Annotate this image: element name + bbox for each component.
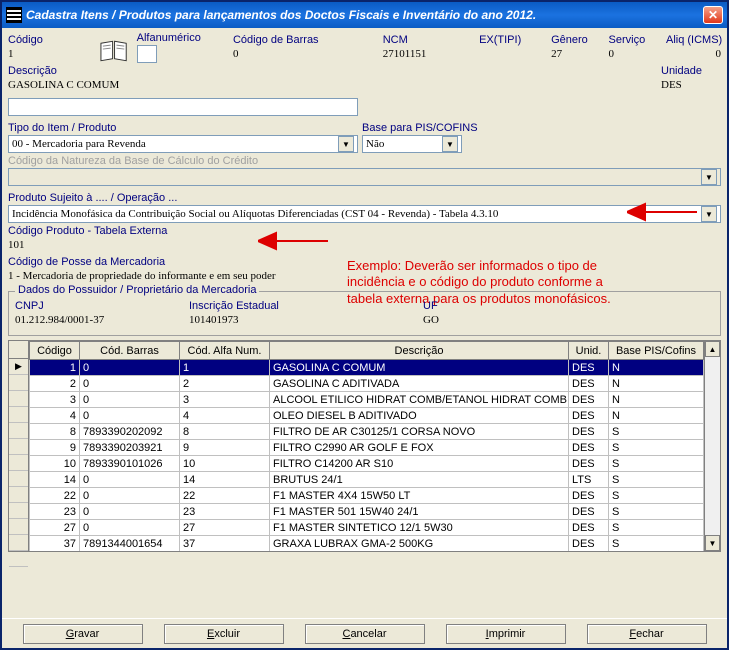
table-row[interactable]: 23023F1 MASTER 501 15W40 24/1DESS bbox=[30, 504, 704, 520]
genero-value: 27 bbox=[551, 47, 604, 63]
row-selector[interactable] bbox=[9, 471, 28, 487]
chevron-down-icon: ▼ bbox=[701, 169, 717, 185]
row-selector[interactable] bbox=[9, 519, 28, 535]
inscest-label: Inscrição Estadual bbox=[189, 300, 419, 312]
basepis-label: Base para PIS/COFINS bbox=[362, 122, 462, 134]
barcode-icon bbox=[6, 7, 22, 23]
desc-label: Descrição bbox=[8, 65, 657, 77]
table-row[interactable]: 101GASOLINA C COMUMDESN bbox=[30, 360, 704, 376]
codbarras-value: 0 bbox=[233, 47, 379, 63]
grid-header[interactable]: Código bbox=[30, 342, 80, 360]
ncm-value: 27101151 bbox=[383, 47, 475, 63]
row-selector[interactable] bbox=[9, 503, 28, 519]
chevron-down-icon[interactable]: ▼ bbox=[442, 136, 458, 152]
codext-value: 101 bbox=[8, 238, 258, 254]
row-selector[interactable] bbox=[9, 391, 28, 407]
servico-value: 0 bbox=[609, 47, 662, 63]
titlebar: Cadastra Itens / Produtos para lançament… bbox=[2, 2, 727, 28]
possuidor-legend: Dados do Possuidor / Proprietário da Mer… bbox=[15, 284, 259, 296]
alfanum-input[interactable] bbox=[137, 45, 157, 63]
imprimir-button[interactable]: Imprimir bbox=[446, 624, 566, 644]
grid-header[interactable]: Unid. bbox=[569, 342, 609, 360]
gravar-button[interactable]: Gravar bbox=[23, 624, 143, 644]
row-selector[interactable] bbox=[9, 551, 28, 567]
codposse-label: Código de Posse da Mercadoria bbox=[8, 256, 721, 268]
row-selector[interactable] bbox=[9, 423, 28, 439]
table-row[interactable]: 878933902020928FILTRO DE AR C30125/1 COR… bbox=[30, 424, 704, 440]
products-grid[interactable]: ▶ CódigoCód. BarrasCód. Alfa Num.Descriç… bbox=[8, 340, 721, 552]
fechar-button[interactable]: Fechar bbox=[587, 624, 707, 644]
aliq-label: Aliq (ICMS) bbox=[666, 34, 721, 46]
grid-header[interactable]: Cód. Barras bbox=[80, 342, 180, 360]
scroll-down-button[interactable]: ▼ bbox=[705, 535, 720, 551]
sujeito-label: Produto Sujeito à .... / Operação ... bbox=[8, 192, 721, 204]
possuidor-group: Dados do Possuidor / Proprietário da Mer… bbox=[8, 291, 721, 336]
row-selector[interactable] bbox=[9, 455, 28, 471]
tipoitem-label: Tipo do Item / Produto bbox=[8, 122, 358, 134]
natcred-label: Código da Natureza da Base de Cálculo do… bbox=[8, 155, 721, 167]
extipi-value bbox=[479, 47, 547, 63]
close-button[interactable]: ✕ bbox=[703, 6, 723, 24]
extra-input[interactable] bbox=[8, 98, 358, 116]
row-selector[interactable]: ▶ bbox=[9, 359, 28, 375]
tipoitem-combo[interactable]: 00 - Mercadoria para Revenda▼ bbox=[8, 135, 358, 153]
grid-scrollbar[interactable]: ▲ ▼ bbox=[704, 341, 720, 551]
grid-header[interactable]: Cód. Alfa Num. bbox=[180, 342, 270, 360]
unid-value: DES bbox=[661, 78, 721, 94]
alfanum-label: Alfanumérico bbox=[137, 32, 229, 44]
table-row[interactable]: 404OLEO DIESEL B ADITIVADODESN bbox=[30, 408, 704, 424]
codigo-label: Código bbox=[8, 34, 95, 46]
table-row[interactable]: 22022F1 MASTER 4X4 15W50 LTDESS bbox=[30, 488, 704, 504]
table-row[interactable]: 14014BRUTUS 24/1LTSS bbox=[30, 472, 704, 488]
table-row[interactable]: 202GASOLINA C ADITIVADADESN bbox=[30, 376, 704, 392]
table-row[interactable]: 27027F1 MASTER SINTETICO 12/1 5W30DESS bbox=[30, 520, 704, 536]
codigo-value: 1 bbox=[8, 47, 95, 63]
sujeito-combo[interactable]: Incidência Monofásica da Contribuição So… bbox=[8, 205, 721, 223]
desc-value: GASOLINA C COMUM bbox=[8, 78, 657, 94]
servico-label: Serviço bbox=[609, 34, 662, 46]
row-selector[interactable] bbox=[9, 375, 28, 391]
uf-value: GO bbox=[423, 313, 483, 329]
uf-label: UF bbox=[423, 300, 483, 312]
ncm-label: NCM bbox=[383, 34, 475, 46]
chevron-down-icon[interactable]: ▼ bbox=[338, 136, 354, 152]
codbarras-label: Código de Barras bbox=[233, 34, 379, 46]
row-selector[interactable] bbox=[9, 439, 28, 455]
window-title: Cadastra Itens / Produtos para lançament… bbox=[26, 8, 536, 22]
unid-label: Unidade bbox=[661, 65, 721, 77]
button-bar: Gravar Excluir Cancelar Imprimir Fechar bbox=[2, 618, 727, 648]
table-row[interactable]: 10789339010102610FILTRO C14200 AR S10DES… bbox=[30, 456, 704, 472]
aliq-value: 0 bbox=[666, 47, 721, 63]
book-icon bbox=[99, 39, 128, 63]
excluir-button[interactable]: Excluir bbox=[164, 624, 284, 644]
basepis-combo[interactable]: Não▼ bbox=[362, 135, 462, 153]
grid-header[interactable]: Base PIS/Cofins bbox=[609, 342, 704, 360]
cnpj-value: 01.212.984/0001-37 bbox=[15, 313, 185, 329]
table-row[interactable]: 303ALCOOL ETILICO HIDRAT COMB/ETANOL HID… bbox=[30, 392, 704, 408]
codext-label: Código Produto - Tabela Externa bbox=[8, 225, 258, 237]
row-selector[interactable] bbox=[9, 487, 28, 503]
table-row[interactable]: 978933902039219FILTRO C2990 AR GOLF E FO… bbox=[30, 440, 704, 456]
arrow-annotation-2 bbox=[258, 229, 328, 253]
cancelar-button[interactable]: Cancelar bbox=[305, 624, 425, 644]
scroll-up-button[interactable]: ▲ bbox=[705, 341, 720, 357]
extipi-label: EX(TIPI) bbox=[479, 34, 547, 46]
chevron-down-icon[interactable]: ▼ bbox=[701, 206, 717, 222]
row-selector[interactable] bbox=[9, 407, 28, 423]
table-row[interactable]: 37789134400165437GRAXA LUBRAX GMA-2 500K… bbox=[30, 536, 704, 552]
natcred-combo: ▼ bbox=[8, 168, 721, 186]
row-selector[interactable] bbox=[9, 535, 28, 551]
cnpj-label: CNPJ bbox=[15, 300, 185, 312]
inscest-value: 101401973 bbox=[189, 313, 419, 329]
genero-label: Gênero bbox=[551, 34, 604, 46]
codposse-value: 1 - Mercadoria de propriedade do informa… bbox=[8, 269, 721, 285]
grid-header[interactable]: Descrição bbox=[270, 342, 569, 360]
